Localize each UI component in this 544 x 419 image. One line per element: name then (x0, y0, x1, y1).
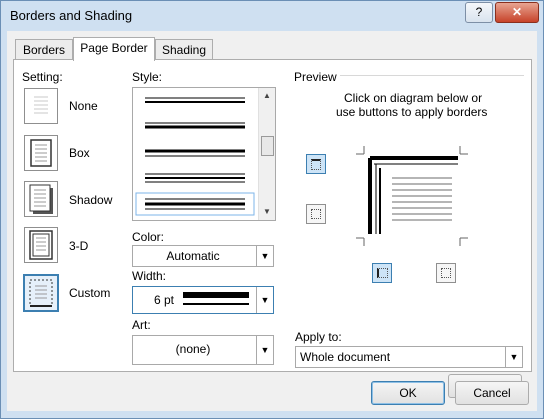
window-title: Borders and Shading (10, 8, 133, 23)
scroll-down-icon[interactable]: ▼ (263, 207, 271, 216)
3d-setting-icon (29, 230, 53, 260)
preview-separator (340, 75, 524, 76)
scroll-up-icon[interactable]: ▲ (263, 91, 271, 100)
tab-page-border[interactable]: Page Border (73, 37, 155, 61)
preview-heading: Preview (294, 70, 337, 84)
scroll-thumb[interactable] (261, 136, 274, 156)
setting-none-label: None (69, 99, 98, 113)
cancel-button[interactable]: Cancel (455, 381, 529, 405)
width-line-sample (183, 292, 249, 305)
setting-3d-label: 3-D (69, 239, 89, 253)
width-value: 6 pt (153, 293, 174, 307)
ok-button[interactable]: OK (371, 381, 445, 405)
preview-instruction-1: Click on diagram below or (344, 91, 483, 105)
tab-shading[interactable]: Shading (155, 39, 213, 60)
art-dropdown[interactable]: (none) ▼ (132, 335, 274, 365)
color-heading: Color: (132, 230, 165, 244)
tab-borders[interactable]: Borders (15, 39, 73, 60)
chevron-down-icon[interactable]: ▼ (256, 246, 273, 266)
style-list[interactable]: ▲ ▼ (132, 87, 276, 221)
help-button[interactable]: ? (465, 2, 493, 23)
chevron-down-icon[interactable]: ▼ (505, 347, 522, 367)
title-bar: Borders and Shading ? ✕ (1, 1, 543, 31)
custom-setting-icon (29, 279, 53, 307)
bottom-border-button[interactable] (306, 204, 326, 224)
width-dropdown[interactable]: 6 pt ▼ (132, 286, 274, 314)
color-value: Automatic (166, 249, 220, 263)
left-border-button[interactable] (372, 263, 392, 283)
close-button[interactable]: ✕ (495, 2, 539, 23)
setting-box-label: Box (69, 146, 90, 160)
art-heading: Art: (132, 318, 151, 332)
bottom-border-icon (311, 209, 321, 219)
setting-none-button[interactable] (24, 88, 58, 124)
border-preview-diagram[interactable] (356, 146, 476, 246)
left-border-icon (377, 268, 388, 278)
chevron-down-icon[interactable]: ▼ (256, 336, 273, 364)
page-border-panel: Setting: None Box Shadow 3-D Custom Styl… (13, 59, 532, 398)
borders-and-shading-dialog: Borders and Shading ? ✕ Borders Page Bor… (0, 0, 544, 419)
apply-to-heading: Apply to: (295, 330, 342, 344)
setting-shadow-button[interactable] (24, 181, 58, 217)
chevron-down-icon[interactable]: ▼ (256, 287, 273, 313)
top-border-button[interactable] (306, 154, 326, 174)
setting-heading: Setting: (22, 70, 63, 84)
apply-to-value: Whole document (300, 350, 391, 364)
setting-box-button[interactable] (24, 135, 58, 171)
art-value: (none) (175, 342, 211, 356)
setting-shadow-label: Shadow (69, 193, 113, 207)
preview-instruction-2: use buttons to apply borders (336, 105, 488, 119)
color-dropdown[interactable]: Automatic ▼ (132, 245, 274, 267)
setting-custom-button[interactable] (23, 274, 59, 312)
shadow-setting-icon (29, 184, 53, 214)
style-heading: Style: (132, 70, 163, 84)
none-setting-icon (34, 96, 48, 114)
apply-to-dropdown[interactable]: Whole document ▼ (295, 346, 523, 368)
dialog-body: Borders Page Border Shading Setting: Non… (7, 31, 537, 411)
setting-3d-button[interactable] (24, 227, 58, 263)
setting-custom-label: Custom (69, 286, 111, 300)
width-heading: Width: (132, 269, 167, 283)
border-style-options (135, 97, 255, 216)
right-border-button[interactable] (436, 263, 456, 283)
right-border-icon (441, 268, 451, 278)
style-scrollbar[interactable]: ▲ ▼ (258, 88, 275, 220)
top-border-icon (311, 159, 321, 170)
box-setting-icon (30, 139, 52, 167)
